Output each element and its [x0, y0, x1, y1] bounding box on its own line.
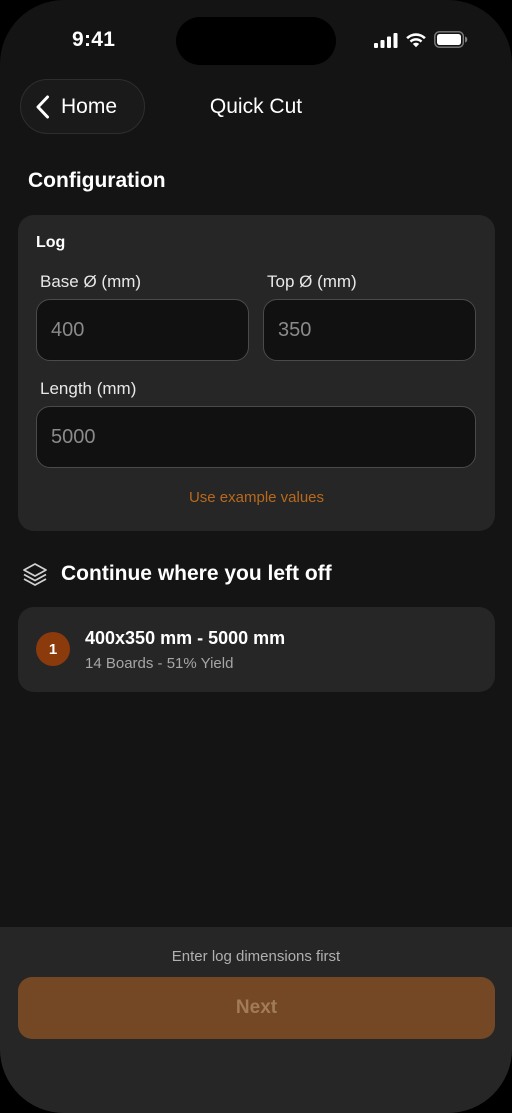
phone-screen: 9:41 Home Quick Cut Configuration Log Ba… — [0, 0, 512, 1113]
recent-item-title: 400x350 mm - 5000 mm — [85, 628, 286, 648]
status-time: 9:41 — [72, 28, 116, 51]
length-label: Length (mm) — [40, 379, 137, 398]
length-input[interactable] — [36, 406, 476, 468]
continue-heading: Continue where you left off — [22, 561, 332, 587]
configuration-heading: Configuration — [28, 169, 166, 192]
base-diameter-label: Base Ø (mm) — [40, 272, 142, 291]
continue-heading-text: Continue where you left off — [61, 562, 332, 585]
signal-icon — [374, 32, 398, 48]
footer-bar: Enter log dimensions first Next — [0, 927, 512, 1113]
log-config-card: Log Base Ø (mm) Top Ø (mm) Length (mm) U… — [18, 215, 495, 531]
layers-icon — [23, 563, 47, 586]
recent-item-subtitle: 14 Boards - 51% Yield — [85, 655, 234, 672]
log-card-title: Log — [36, 234, 66, 251]
status-icons — [374, 31, 468, 48]
use-example-values-link[interactable]: Use example values — [18, 489, 495, 506]
dynamic-island — [176, 17, 336, 65]
wifi-icon — [406, 32, 426, 47]
top-diameter-input[interactable] — [263, 299, 476, 361]
battery-icon — [434, 31, 468, 48]
top-diameter-label: Top Ø (mm) — [267, 272, 357, 291]
footer-hint: Enter log dimensions first — [171, 948, 341, 965]
next-button[interactable]: Next — [18, 977, 495, 1039]
page-title: Quick Cut — [209, 95, 303, 118]
recent-item-badge: 1 — [36, 632, 70, 666]
recent-cut-item[interactable]: 1 400x350 mm - 5000 mm 14 Boards - 51% Y… — [18, 607, 495, 692]
base-diameter-input[interactable] — [36, 299, 249, 361]
